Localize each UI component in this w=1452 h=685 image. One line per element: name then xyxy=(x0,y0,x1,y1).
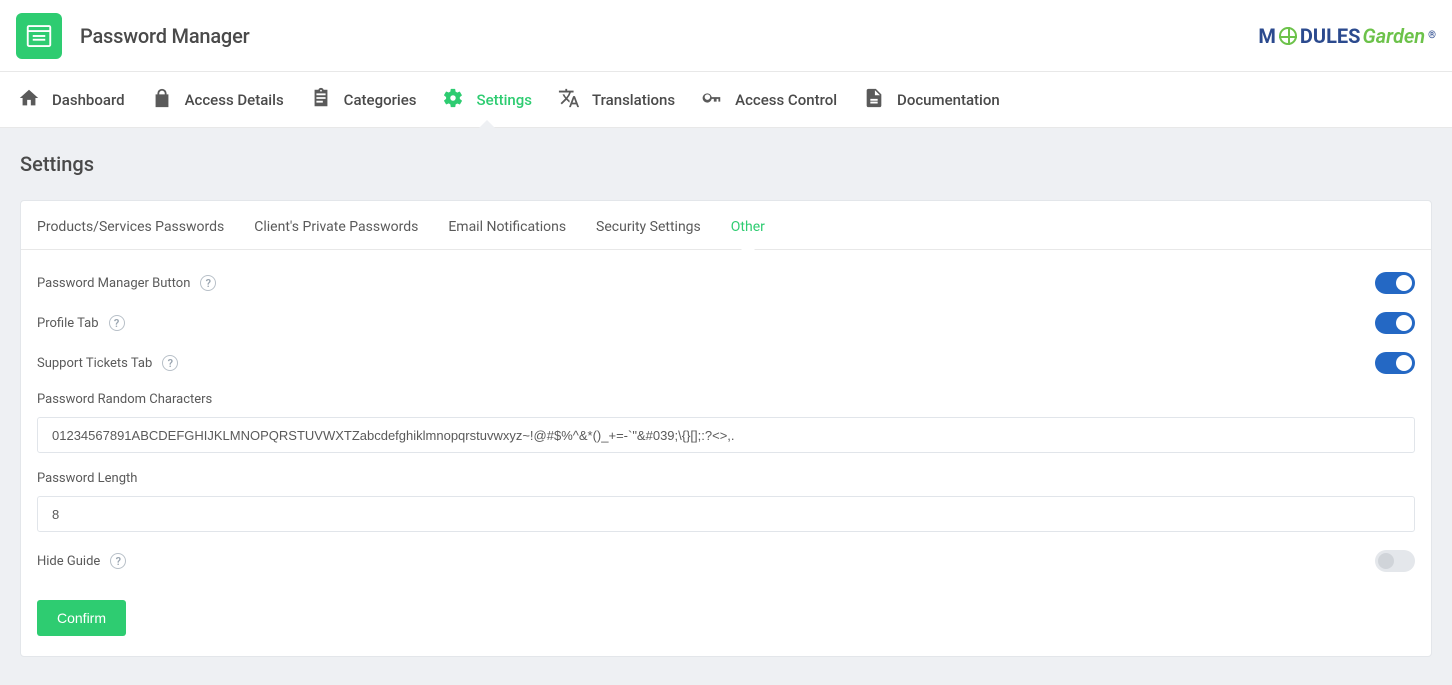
home-icon xyxy=(18,87,40,113)
topbar: Password Manager MDULESGarden® xyxy=(0,0,1452,72)
form-body: Password Manager Button ? Profile Tab ? … xyxy=(21,250,1431,656)
label-wrap: Profile Tab ? xyxy=(37,315,125,331)
label-wrap: Password Manager Button ? xyxy=(37,275,216,291)
key-icon xyxy=(701,87,723,113)
nav-dashboard[interactable]: Dashboard xyxy=(18,72,125,127)
settings-tabs: Products/Services Passwords Client's Pri… xyxy=(21,201,1431,250)
label-wrap: Support Tickets Tab ? xyxy=(37,355,178,371)
label-wrap: Hide Guide ? xyxy=(37,553,126,569)
tab-security-settings[interactable]: Security Settings xyxy=(596,219,701,249)
toggle-password-manager-button[interactable] xyxy=(1375,272,1415,294)
row-hide-guide: Hide Guide ? xyxy=(37,550,1415,572)
nav-label: Translations xyxy=(592,91,675,109)
row-password-random-characters: Password Random Characters xyxy=(37,392,1415,453)
settings-card: Products/Services Passwords Client's Pri… xyxy=(20,200,1432,657)
help-icon[interactable]: ? xyxy=(162,355,178,371)
nav-label: Documentation xyxy=(897,91,1000,109)
nav-translations[interactable]: Translations xyxy=(558,72,675,127)
clipboard-icon xyxy=(310,87,332,113)
toggle-profile-tab[interactable] xyxy=(1375,312,1415,334)
nav-categories[interactable]: Categories xyxy=(310,72,417,127)
field-label: Hide Guide xyxy=(37,554,100,569)
field-label: Password Manager Button xyxy=(37,276,190,291)
translate-icon xyxy=(558,87,580,113)
help-icon[interactable]: ? xyxy=(110,553,126,569)
main-nav: Dashboard Access Details Categories Sett… xyxy=(0,72,1452,128)
row-profile-tab: Profile Tab ? xyxy=(37,312,1415,334)
nav-label: Access Control xyxy=(735,91,837,109)
confirm-button[interactable]: Confirm xyxy=(37,600,126,636)
help-icon[interactable]: ? xyxy=(200,275,216,291)
row-password-manager-button: Password Manager Button ? xyxy=(37,272,1415,294)
label-wrap: Password Length xyxy=(37,471,1415,486)
row-support-tickets-tab: Support Tickets Tab ? xyxy=(37,352,1415,374)
nav-label: Dashboard xyxy=(52,91,125,109)
row-password-length: Password Length xyxy=(37,471,1415,532)
toggle-support-tickets-tab[interactable] xyxy=(1375,352,1415,374)
field-label: Support Tickets Tab xyxy=(37,356,152,371)
tab-clients-private-passwords[interactable]: Client's Private Passwords xyxy=(254,219,418,249)
app-icon xyxy=(16,13,62,59)
topbar-left: Password Manager xyxy=(16,13,249,59)
field-label: Password Length xyxy=(37,471,137,486)
nav-label: Categories xyxy=(344,91,417,109)
nav-documentation[interactable]: Documentation xyxy=(863,72,1000,127)
field-label: Password Random Characters xyxy=(37,392,212,407)
tab-other[interactable]: Other xyxy=(731,219,765,249)
label-wrap: Password Random Characters xyxy=(37,392,1415,407)
password-length-input[interactable] xyxy=(37,496,1415,532)
nav-label: Settings xyxy=(476,91,532,109)
gear-icon xyxy=(442,87,464,113)
nav-access-details[interactable]: Access Details xyxy=(151,72,284,127)
tab-email-notifications[interactable]: Email Notifications xyxy=(448,219,566,249)
app-title: Password Manager xyxy=(80,24,249,48)
tab-products-services-passwords[interactable]: Products/Services Passwords xyxy=(37,219,224,249)
lock-icon xyxy=(151,87,173,113)
document-icon xyxy=(863,87,885,113)
nav-label: Access Details xyxy=(185,91,284,109)
page-body: Settings Products/Services Passwords Cli… xyxy=(0,128,1452,685)
field-label: Profile Tab xyxy=(37,316,99,331)
help-icon[interactable]: ? xyxy=(109,315,125,331)
toggle-hide-guide[interactable] xyxy=(1375,550,1415,572)
nav-access-control[interactable]: Access Control xyxy=(701,72,837,127)
password-random-characters-input[interactable] xyxy=(37,417,1415,453)
page-title: Settings xyxy=(20,152,1432,176)
nav-settings[interactable]: Settings xyxy=(442,72,532,127)
globe-icon xyxy=(1279,27,1297,45)
brand-logo: MDULESGarden® xyxy=(1258,24,1436,48)
